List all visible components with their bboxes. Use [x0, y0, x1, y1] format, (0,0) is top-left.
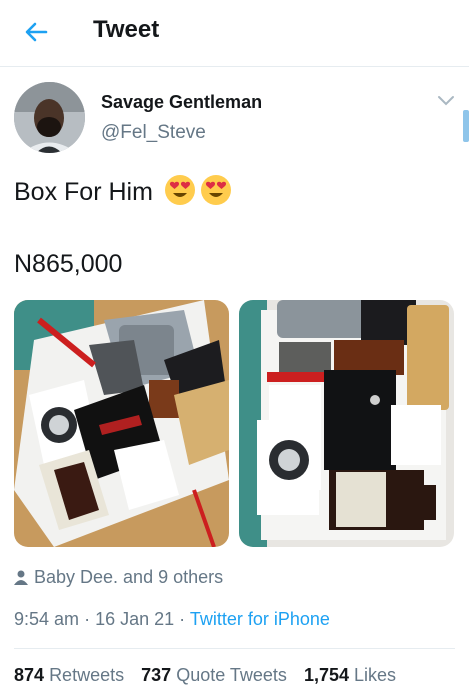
avatar[interactable] [14, 82, 85, 153]
person-icon [14, 570, 28, 585]
tweet-date: 16 Jan 21 [95, 609, 175, 629]
retweets-stat[interactable]: 874 Retweets [14, 665, 124, 685]
scroll-indicator [463, 110, 469, 142]
tweet-source-link[interactable]: Twitter for iPhone [190, 609, 330, 629]
chevron-down-icon[interactable] [437, 93, 455, 107]
meta-separator: · [84, 609, 91, 629]
divider [14, 648, 455, 649]
tweet-text-main: Box For Him [14, 178, 153, 206]
liked-by-text: Baby Dee. and 9 others [34, 567, 224, 587]
author-name[interactable]: Savage Gentleman [101, 92, 262, 113]
tweet-time: 9:54 am [14, 609, 80, 629]
liked-by-row[interactable]: Baby Dee. and 9 others [14, 567, 223, 588]
top-bar: Tweet [0, 0, 469, 67]
page-title: Tweet [93, 16, 160, 43]
tweet-photo-2[interactable] [239, 300, 454, 547]
quote-tweets-stat[interactable]: 737 Quote Tweets [141, 665, 287, 685]
likes-stat[interactable]: 1,754 Likes [304, 665, 396, 685]
tweet-stats: 874 Retweets 737 Quote Tweets 1,754 Like… [14, 665, 408, 686]
tweet-price: N865,000 [14, 250, 123, 278]
back-arrow-icon[interactable] [22, 18, 50, 46]
heart-eyes-emoji-icon [164, 175, 195, 205]
meta-separator: · [179, 609, 186, 629]
heart-eyes-emoji-icon [200, 175, 231, 205]
author-handle[interactable]: @Fel_Steve [101, 122, 206, 144]
tweet-text: Box For Him [14, 174, 232, 207]
tweet-meta: 9:54 am · 16 Jan 21 · Twitter for iPhone [14, 609, 330, 630]
tweet-photo-1[interactable] [14, 300, 229, 547]
